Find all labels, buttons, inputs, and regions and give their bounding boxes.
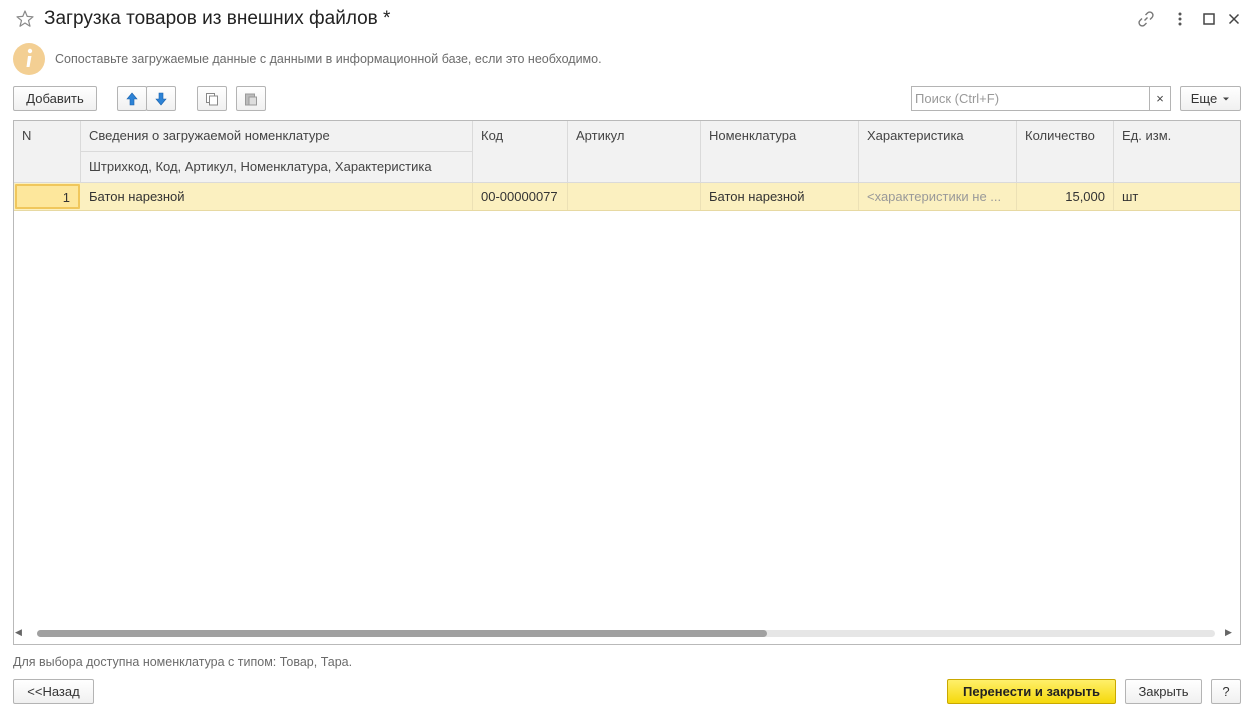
back-button[interactable]: <<Назад bbox=[13, 679, 94, 704]
col-header-n[interactable]: N bbox=[14, 121, 81, 183]
cell-nomenclature[interactable]: Батон нарезной bbox=[701, 183, 859, 210]
add-button[interactable]: Добавить bbox=[13, 86, 97, 111]
cell-n[interactable]: 1 bbox=[15, 184, 80, 209]
transfer-and-close-button[interactable]: Перенести и закрыть bbox=[947, 679, 1116, 704]
footer-note: Для выбора доступна номенклатура с типом… bbox=[13, 655, 353, 669]
info-message: Сопоставьте загружаемые данные с данными… bbox=[55, 52, 602, 66]
move-down-button[interactable] bbox=[146, 86, 176, 111]
more-label: Еще bbox=[1190, 91, 1218, 106]
col-header-characteristic[interactable]: Характеристика bbox=[859, 121, 1017, 183]
copy-icon bbox=[206, 92, 218, 105]
col-header-info-sub[interactable]: Штрихкод, Код, Артикул, Номенклатура, Ха… bbox=[81, 152, 473, 183]
favorite-star-icon[interactable] bbox=[15, 9, 35, 29]
paste-button[interactable] bbox=[236, 86, 266, 111]
scroll-right-icon[interactable]: ▶ bbox=[1225, 627, 1232, 638]
close-button[interactable]: Закрыть bbox=[1125, 679, 1202, 704]
paste-icon bbox=[245, 93, 257, 105]
arrow-down-icon bbox=[155, 92, 167, 105]
move-up-button[interactable] bbox=[117, 86, 147, 111]
col-header-quantity[interactable]: Количество bbox=[1017, 121, 1114, 183]
cell-info[interactable]: Батон нарезной bbox=[81, 183, 473, 210]
col-header-article[interactable]: Артикул bbox=[568, 121, 701, 183]
scroll-left-icon[interactable]: ◀ bbox=[15, 627, 22, 638]
more-button[interactable]: Еще bbox=[1180, 86, 1241, 111]
col-header-nomenclature[interactable]: Номенклатура bbox=[701, 121, 859, 183]
search-clear-button[interactable]: × bbox=[1149, 86, 1171, 111]
horizontal-scrollbar-thumb[interactable] bbox=[37, 630, 767, 637]
arrow-up-icon bbox=[126, 92, 138, 105]
col-header-code[interactable]: Код bbox=[473, 121, 568, 183]
goods-table[interactable]: N Сведения о загружаемой номенклатуре Шт… bbox=[13, 120, 1241, 645]
page-title: Загрузка товаров из внешних файлов * bbox=[44, 8, 391, 29]
cell-characteristic[interactable]: <характеристики не ... bbox=[859, 183, 1017, 210]
cell-article[interactable] bbox=[568, 183, 701, 210]
search-input[interactable]: Поиск (Ctrl+F) bbox=[911, 86, 1150, 111]
maximize-icon[interactable] bbox=[1199, 9, 1219, 29]
cell-code[interactable]: 00-00000077 bbox=[473, 183, 568, 210]
copy-button[interactable] bbox=[197, 86, 227, 111]
link-icon[interactable] bbox=[1136, 9, 1156, 29]
more-vertical-icon[interactable] bbox=[1170, 9, 1190, 29]
table-row[interactable]: 1 Батон нарезной 00-00000077 Батон нарез… bbox=[14, 183, 1240, 211]
cell-quantity[interactable]: 15,000 bbox=[1017, 183, 1114, 210]
help-button[interactable]: ? bbox=[1211, 679, 1241, 704]
info-icon bbox=[13, 43, 45, 75]
col-header-info[interactable]: Сведения о загружаемой номенклатуре bbox=[81, 121, 473, 152]
cell-unit[interactable]: шт bbox=[1114, 183, 1240, 210]
chevron-down-icon bbox=[1223, 97, 1230, 100]
close-icon[interactable] bbox=[1224, 9, 1244, 29]
col-header-unit[interactable]: Ед. изм. bbox=[1114, 121, 1240, 183]
